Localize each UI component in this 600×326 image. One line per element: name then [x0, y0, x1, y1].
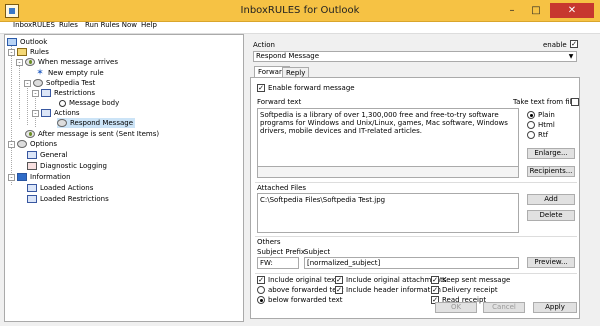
attached-file-item[interactable]: C:\Softpedia Files\Softpedia Test.jpg — [260, 196, 385, 204]
tree-item-diagnostic-logging[interactable]: Diagnostic Logging — [27, 161, 107, 171]
radio-plain[interactable] — [527, 111, 535, 119]
menu-run-rules-now[interactable]: Run Rules Now — [82, 21, 140, 29]
tree-item-restrictions[interactable]: Restrictions — [41, 88, 95, 98]
tree-item-respond-message[interactable]: Respond Message — [57, 118, 136, 128]
respond-icon — [57, 119, 67, 127]
chevron-down-icon: ▼ — [568, 53, 574, 60]
rules-icon — [17, 48, 27, 56]
radio-rtf[interactable] — [527, 131, 535, 139]
title-bar: InboxRULES for Outlook – □ ✕ — [0, 0, 600, 22]
enable-forward-checkbox[interactable]: ✓ — [257, 84, 265, 92]
collapse-toggle-options[interactable]: - — [8, 141, 15, 148]
recipients-button[interactable]: Recipients... — [527, 166, 575, 177]
radio-html-label: Html — [538, 121, 555, 129]
include-original-text-checkbox[interactable]: ✓ — [257, 276, 265, 284]
minimize-button[interactable]: – — [500, 3, 524, 18]
tree-item-after-message-sent[interactable]: After message is sent (Sent Items) — [25, 129, 159, 139]
apply-button[interactable]: Apply — [533, 302, 577, 313]
tree-item-rules[interactable]: Rules — [17, 47, 49, 57]
collapse-toggle-actions[interactable]: - — [32, 110, 39, 117]
close-button[interactable]: ✕ — [550, 3, 594, 18]
tree-item-general[interactable]: General — [27, 150, 68, 160]
info-icon — [17, 173, 27, 181]
subject-prefix-input[interactable]: FW: — [257, 257, 299, 269]
preview-button[interactable]: Preview... — [527, 257, 575, 268]
new-rule-icon: ✶ — [36, 68, 44, 78]
enable-checkbox[interactable]: ✓ — [570, 40, 578, 48]
tree-item-loaded-actions[interactable]: Loaded Actions — [27, 183, 93, 193]
tree-item-outlook[interactable]: Outlook — [7, 37, 47, 47]
keep-sent-label: Keep sent message — [442, 276, 511, 284]
menu-help[interactable]: Help — [138, 21, 160, 29]
delivery-receipt-label: Delivery receipt — [442, 286, 498, 294]
navigation-tree: Outlook - Rules - When message arrives ✶… — [4, 34, 244, 322]
action-label: Action — [253, 41, 275, 49]
include-original-text-label: Include original text — [268, 276, 338, 284]
take-text-label: Take text from file — [513, 98, 576, 106]
subject-prefix-label: Subject Prefix — [257, 248, 306, 256]
magnifier-icon — [59, 99, 66, 107]
enlarge-button[interactable]: Enlarge... — [527, 148, 575, 159]
general-icon — [27, 151, 37, 159]
include-attachments-checkbox[interactable]: ✓ — [335, 276, 343, 284]
enable-forward-label: Enable forward message — [268, 84, 355, 92]
collapse-toggle-softpedia-test[interactable]: - — [24, 80, 31, 87]
collapse-toggle-when-arrives[interactable]: - — [16, 59, 23, 66]
options-icon — [17, 140, 27, 148]
menu-inboxrules[interactable]: InboxRULES — [10, 21, 58, 29]
tree-item-softpedia-test[interactable]: Softpedia Test — [33, 78, 95, 88]
include-header-label: Include header information — [346, 286, 441, 294]
tree-item-information[interactable]: Information — [17, 172, 71, 182]
include-header-checkbox[interactable]: ✓ — [335, 286, 343, 294]
actions-icon — [41, 109, 51, 117]
cancel-button[interactable]: Cancel — [483, 302, 525, 313]
menu-rules[interactable]: Rules — [56, 21, 81, 29]
maximize-button[interactable]: □ — [524, 3, 548, 18]
collapse-toggle-restrictions[interactable]: - — [32, 90, 39, 97]
rule-editor-panel: Action enable ✓ Respond Message ▼ Forwar… — [250, 34, 585, 326]
radio-plain-label: Plain — [538, 111, 555, 119]
collapse-toggle-information[interactable]: - — [8, 174, 15, 181]
menu-bar: InboxRULES Rules Run Rules Now Help — [0, 21, 600, 34]
attached-files-list[interactable]: C:\Softpedia Files\Softpedia Test.jpg — [257, 193, 519, 233]
restrictions-icon — [41, 89, 51, 97]
forward-text-label: Forward text — [257, 98, 302, 106]
radio-html[interactable] — [527, 121, 535, 129]
ok-button[interactable]: OK — [435, 302, 477, 313]
forward-tab-panel: ✓ Enable forward message Forward text Ta… — [250, 77, 580, 319]
radio-rtf-label: Rtf — [538, 131, 549, 139]
computer-icon — [7, 38, 17, 46]
tree-item-options[interactable]: Options — [17, 139, 57, 149]
subject-input[interactable]: [normalized_subject] — [304, 257, 519, 269]
radio-above-forwarded[interactable] — [257, 286, 265, 294]
collapse-toggle-rules[interactable]: - — [8, 49, 15, 56]
action-select[interactable]: Respond Message ▼ — [253, 51, 577, 62]
radio-below-forwarded[interactable] — [257, 296, 265, 304]
loaded-restrictions-icon — [27, 195, 37, 203]
take-text-checkbox[interactable] — [571, 98, 579, 106]
enable-label: enable — [543, 41, 567, 49]
delete-button[interactable]: Delete — [527, 210, 575, 221]
others-label: Others — [257, 238, 281, 246]
add-button[interactable]: Add — [527, 194, 575, 205]
tree-item-when-message-arrives[interactable]: When message arrives — [25, 57, 118, 67]
subject-label: Subject — [304, 248, 331, 256]
keep-sent-checkbox[interactable]: ✓ — [431, 276, 439, 284]
above-forwarded-label: above forwarded text — [268, 286, 344, 294]
trigger-icon — [25, 130, 35, 138]
rule-icon — [33, 79, 43, 87]
tree-item-new-empty-rule[interactable]: ✶ New empty rule — [35, 68, 104, 78]
logging-icon — [27, 162, 37, 170]
below-forwarded-label: below forwarded text — [268, 296, 343, 304]
tree-item-loaded-restrictions[interactable]: Loaded Restrictions — [27, 194, 109, 204]
trigger-icon — [25, 58, 35, 66]
tree-item-actions[interactable]: Actions — [41, 108, 80, 118]
recipients-field[interactable] — [257, 166, 519, 178]
attached-files-label: Attached Files — [257, 184, 307, 192]
delivery-receipt-checkbox[interactable]: ✓ — [431, 286, 439, 294]
tree-item-message-body[interactable]: Message body — [59, 98, 119, 108]
loaded-actions-icon — [27, 184, 37, 192]
